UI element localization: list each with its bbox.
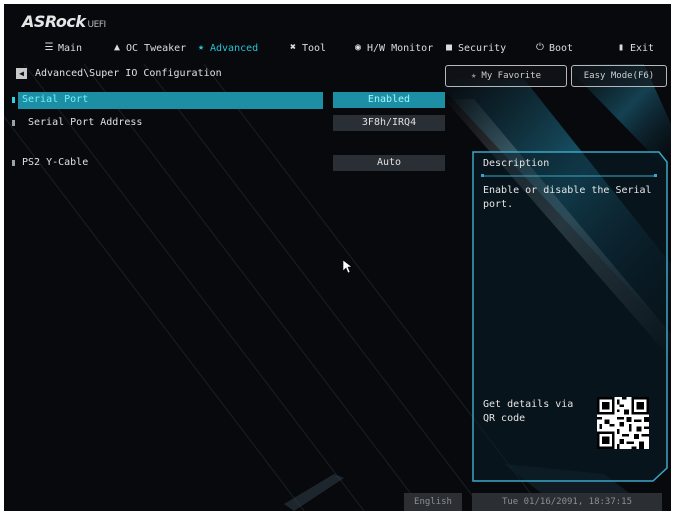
setting-label: Serial Port Address (28, 117, 143, 128)
tab-label: H/W Monitor (367, 42, 434, 54)
tab-label: Advanced (210, 42, 259, 54)
mouse-cursor-icon (343, 260, 353, 274)
setting-ps2-y-cable[interactable]: PS2 Y-Cable Auto (12, 155, 472, 171)
rocket-icon: ▲ (113, 42, 121, 53)
easy-mode-label: Easy Mode(F6) (583, 71, 655, 81)
brand-logo: ASRock UEFI (22, 12, 106, 31)
tab-oc-tweaker[interactable]: ▲ OC Tweaker (112, 38, 186, 58)
setting-serial-port[interactable]: Serial Port Enabled (12, 92, 472, 109)
tab-advanced[interactable]: ★ Advanced (196, 38, 258, 58)
tab-tool[interactable]: ✖ Tool (288, 38, 326, 58)
tab-security[interactable]: ■ Security (444, 38, 506, 58)
easy-mode-button[interactable]: Easy Mode(F6) (571, 65, 667, 87)
top-navigation: ☰ Main ▲ OC Tweaker ★ Advanced ✖ Tool ◉ … (4, 38, 671, 58)
date-time-display: Tue 01/16/2091, 18:37:15 (472, 493, 662, 511)
tab-hw-monitor[interactable]: ◉ H/W Monitor (353, 38, 433, 58)
tab-label: Security (458, 42, 507, 54)
setting-label: PS2 Y-Cable (22, 157, 89, 168)
star-icon: ★ (470, 71, 477, 81)
my-favorite-button[interactable]: ★ My Favorite (445, 65, 567, 87)
row-bullet (12, 97, 15, 103)
setting-value-ps2-y-cable[interactable]: Auto (333, 155, 445, 171)
back-arrow-icon[interactable]: ◀ (16, 68, 27, 79)
tab-label: Boot (549, 42, 574, 54)
shield-icon: ■ (445, 42, 453, 53)
tab-main[interactable]: ☰ Main (44, 38, 83, 58)
row-bullet (12, 120, 15, 126)
breadcrumb-path: Advanced\Super IO Configuration (35, 68, 222, 79)
exit-icon: ▮ (617, 42, 625, 53)
row-bullet (12, 160, 15, 166)
monitor-icon: ◉ (354, 42, 362, 53)
tab-boot[interactable]: ⏻ Boot (535, 38, 573, 58)
description-text: Enable or disable the Serial port. (483, 185, 652, 210)
tool-icon: ✖ (289, 42, 297, 53)
tab-exit[interactable]: ▮ Exit (616, 38, 654, 58)
list-icon: ☰ (44, 42, 54, 53)
description-title: Description (483, 158, 550, 169)
tab-label: OC Tweaker (126, 42, 187, 54)
setting-value-serial-port-address[interactable]: 3F8h/IRQ4 (333, 115, 445, 131)
star-icon: ★ (197, 42, 205, 53)
tab-label: Exit (630, 42, 655, 54)
bottom-bar: English Tue 01/16/2091, 18:37:15 (404, 493, 662, 511)
my-favorite-label: My Favorite (481, 71, 542, 81)
breadcrumb: ◀ Advanced\Super IO Configuration (16, 68, 222, 79)
language-selector[interactable]: English (404, 493, 462, 511)
tab-label: Tool (302, 42, 327, 54)
qr-code (597, 397, 649, 449)
setting-value-serial-port[interactable]: Enabled (333, 92, 445, 108)
tab-label: Main (58, 42, 83, 54)
bios-screen: ASRock UEFI ☰ Main ▲ OC Tweaker ★ Advance… (4, 4, 671, 511)
setting-label: Serial Port (22, 94, 89, 105)
power-icon: ⏻ (536, 42, 544, 53)
setting-serial-port-address[interactable]: Serial Port Address 3F8h/IRQ4 (12, 115, 472, 131)
qr-label: Get details via QR code (483, 399, 574, 424)
